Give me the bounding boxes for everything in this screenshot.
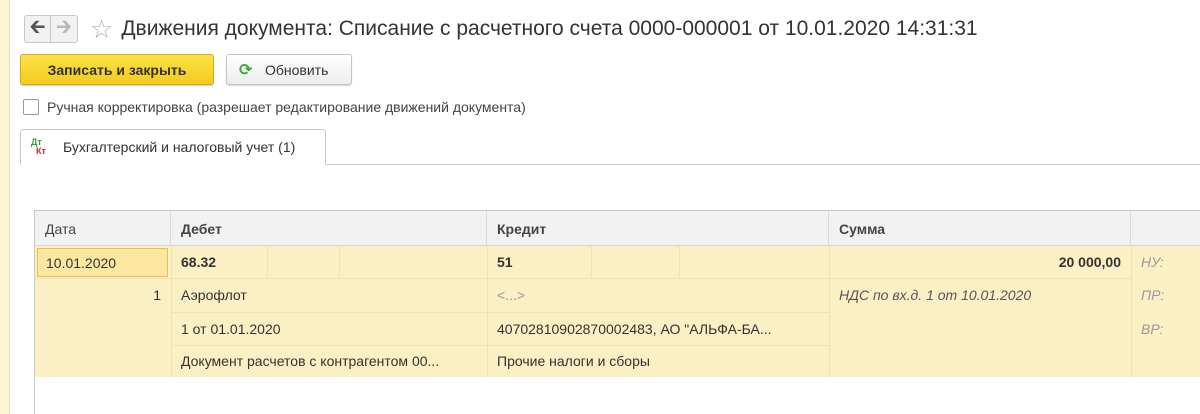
cell-content[interactable]: НДС по вх.д. 1 от 10.01.2020 xyxy=(839,278,1031,312)
command-bar: Записать и закрыть ⟳ Обновить xyxy=(20,54,352,85)
cell-credit-subconto-3[interactable]: Прочие налоги и сборы xyxy=(497,345,650,377)
tab-accounting-tax[interactable]: Дт Кт Бухгалтерский и налоговый учет (1) xyxy=(20,129,326,165)
arrow-right-icon: 🡲 xyxy=(55,16,73,38)
arrow-left-icon: 🡰 xyxy=(29,16,46,38)
cell-debit-subconto-1[interactable]: Аэрофлот xyxy=(181,278,247,312)
cell-amount[interactable]: 20 000,00 xyxy=(829,246,1121,278)
refresh-icon: ⟳ xyxy=(239,61,253,79)
row-divider xyxy=(267,246,268,278)
label-pr: ПР: xyxy=(1141,287,1165,303)
save-and-close-button[interactable]: Записать и закрыть xyxy=(20,54,214,85)
cell-debit-account[interactable]: 68.32 xyxy=(181,246,216,278)
row-divider xyxy=(339,246,340,278)
cell-line-number: 1 xyxy=(153,287,161,303)
favorite-star-icon[interactable]: ☆ xyxy=(90,16,113,42)
row-divider xyxy=(1131,246,1132,377)
cell-credit-subconto-2[interactable]: 40702810902870002483, АО "АЛЬФА-БА... xyxy=(497,312,823,345)
label-vr: ВР: xyxy=(1141,320,1164,337)
column-header-amount[interactable]: Сумма xyxy=(829,211,1131,246)
table-header: Дата Дебет Кредит Сумма xyxy=(35,211,1200,246)
title-bar: 🡰 🡲 ☆ Движения документа: Списание с рас… xyxy=(24,9,1194,49)
tab-label: Бухгалтерский и налоговый учет (1) xyxy=(63,139,296,155)
dt-kt-icon: Дт Кт xyxy=(31,137,46,156)
cell-credit-subconto-1[interactable]: <...> xyxy=(497,278,525,312)
back-button[interactable]: 🡰 xyxy=(25,16,51,42)
movements-table: Дата Дебет Кредит Сумма 10.01.2020 1 68.… xyxy=(34,210,1200,414)
cell-debit-subconto-2[interactable]: 1 от 01.01.2020 xyxy=(181,312,281,345)
manual-edit-checkbox[interactable] xyxy=(23,99,39,115)
cell-credit-account[interactable]: 51 xyxy=(497,246,513,278)
cell-debit-subconto-3[interactable]: Документ расчетов с контрагентом 00... xyxy=(181,345,481,377)
column-header-credit[interactable]: Кредит xyxy=(487,211,829,246)
row-divider xyxy=(679,246,680,278)
column-header-date[interactable]: Дата xyxy=(35,211,171,246)
nav-buttons: 🡰 🡲 xyxy=(24,15,78,43)
refresh-button-label: Обновить xyxy=(265,61,329,78)
forward-button[interactable]: 🡲 xyxy=(51,16,77,42)
page-title: Движения документа: Списание с расчетног… xyxy=(121,17,978,40)
left-panel-strip xyxy=(0,0,10,414)
label-nu: НУ: xyxy=(1141,254,1164,270)
manual-edit-label[interactable]: Ручная корректировка (разрешает редактир… xyxy=(47,99,526,115)
refresh-button[interactable]: ⟳ Обновить xyxy=(226,54,352,85)
main-window: 🡰 🡲 ☆ Движения документа: Списание с рас… xyxy=(10,0,1200,414)
row-divider xyxy=(591,246,592,278)
column-header-extra xyxy=(1131,211,1200,246)
cell-date[interactable]: 10.01.2020 xyxy=(37,248,168,277)
column-header-debit[interactable]: Дебет xyxy=(171,211,487,246)
manual-edit-row: Ручная корректировка (разрешает редактир… xyxy=(23,99,526,115)
